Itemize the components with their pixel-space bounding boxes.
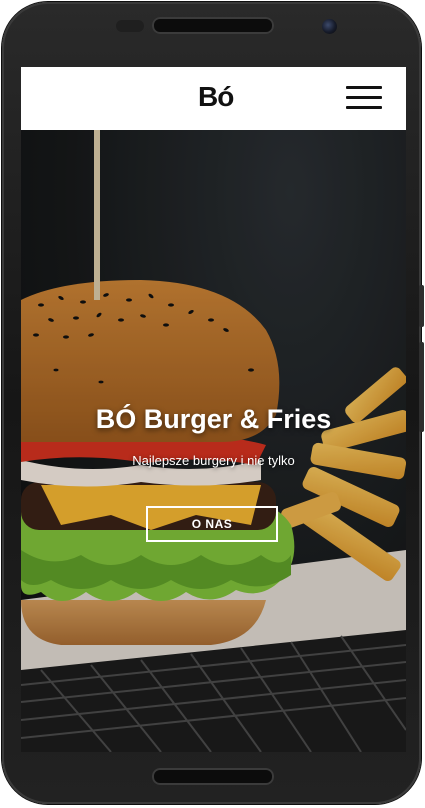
power-button bbox=[419, 285, 424, 327]
earpiece-speaker bbox=[152, 17, 274, 34]
hero-dim-overlay bbox=[21, 130, 406, 752]
volume-button bbox=[419, 342, 424, 432]
hero-title: BÓ Burger & Fries bbox=[95, 404, 332, 434]
site-logo[interactable]: Bó bbox=[198, 81, 234, 113]
hamburger-menu-icon[interactable] bbox=[346, 86, 382, 110]
hero-subtitle: Najlepsze burgery i nie tylko bbox=[132, 453, 295, 468]
site-navbar: Bó bbox=[21, 67, 406, 130]
bottom-speaker bbox=[152, 768, 274, 785]
front-camera bbox=[322, 19, 337, 34]
about-us-button[interactable]: O NAS bbox=[146, 506, 278, 542]
phone-screen: Bó BÓ Burger & Fries Najlepsze burgery i… bbox=[21, 67, 406, 752]
hero-section: BÓ Burger & Fries Najlepsze burgery i ni… bbox=[21, 130, 406, 752]
proximity-sensor bbox=[116, 20, 144, 32]
